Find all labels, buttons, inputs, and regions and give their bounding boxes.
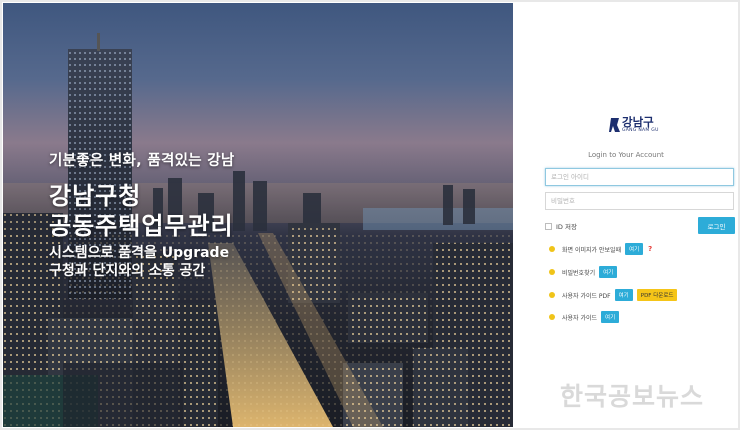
hero-subtitle-line2: 구청과 단지와의 소통 공간 [49, 263, 206, 279]
login-subtitle: Login to Your Account [588, 151, 664, 159]
login-panel: 강남구 GANG NAM GU Login to Your Account ID… [513, 3, 737, 427]
password-input[interactable] [545, 192, 734, 210]
help-label: 화면 이미지가 안보일때 [562, 246, 622, 254]
hero-tagline: 기분좋은 변화, 품격있는 강남 [49, 153, 235, 169]
hero-cityscape-image: 기분좋은 변화, 품격있는 강남 강남구청 공동주택업무관리 시스템으로 품격을… [3, 3, 513, 427]
save-id-row: ID 저장 [545, 221, 577, 231]
gangnam-logo: 강남구 GANG NAM GU [609, 114, 679, 136]
help-label: 비밀번호찾기 [562, 269, 596, 277]
help-label: 사용자 가이드 [562, 314, 598, 322]
bullet-dot [549, 269, 555, 275]
hero-subtitle-line1: 시스템으로 품격을 Upgrade [49, 245, 230, 261]
here-button-guide-pdf[interactable]: 여기 [614, 289, 633, 301]
here-button-image-issue[interactable]: 여기 [625, 243, 644, 255]
help-label: 사용자 가이드 PDF [562, 292, 611, 300]
help-row-guide-pdf: 사용자 가이드 PDF 여기 PDF 다운로드 [549, 289, 678, 301]
hero-title-line2: 공동주택업무관리 [49, 212, 234, 240]
help-row-find-password: 비밀번호찾기 여기 [549, 266, 618, 278]
pdf-download-button[interactable]: PDF 다운로드 [636, 289, 678, 301]
save-id-checkbox[interactable] [545, 222, 552, 230]
login-id-input[interactable] [545, 168, 734, 186]
bullet-dot [549, 292, 555, 298]
bullet-dot [549, 246, 555, 252]
here-button-user-guide[interactable]: 여기 [601, 311, 620, 323]
logo-english: GANG NAM GU [622, 128, 659, 133]
bullet-dot [549, 314, 555, 320]
help-row-image-issue: 화면 이미지가 안보일때 여기 ? [549, 243, 652, 255]
question-mark-icon[interactable]: ? [648, 245, 652, 253]
help-row-user-guide: 사용자 가이드 여기 [549, 311, 620, 323]
gangnam-logo-icon [609, 118, 620, 132]
watermark-text: 한국공보뉴스 [560, 382, 705, 411]
login-button[interactable]: 로그인 [698, 217, 735, 234]
here-button-find-password[interactable]: 여기 [599, 266, 618, 278]
save-id-label: ID 저장 [556, 223, 577, 231]
